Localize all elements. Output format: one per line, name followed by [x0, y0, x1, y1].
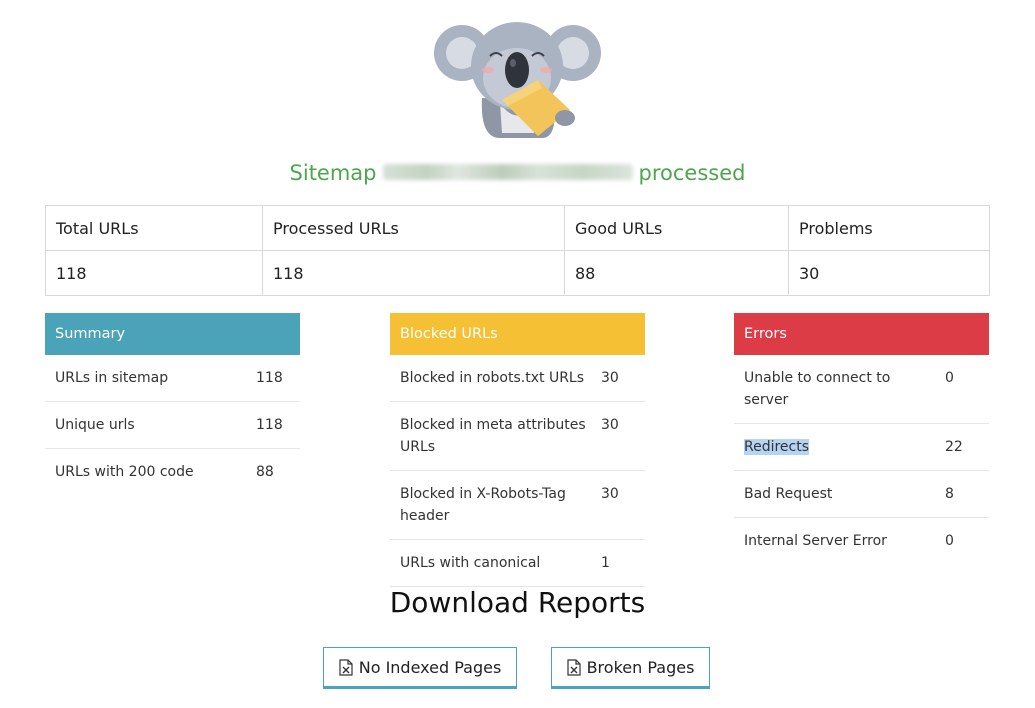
row-value: 30 [601, 401, 645, 471]
row-label: Blocked in meta attributes URLs [390, 401, 601, 471]
headline-prefix: Sitemap [289, 161, 377, 185]
row-label: Blocked in robots.txt URLs [390, 355, 601, 402]
stats-table: Total URLs Processed URLs Good URLs Prob… [45, 205, 990, 296]
summary-panel: Summary URLs in sitemap 118 Unique urls … [45, 313, 300, 495]
table-row: Internal Server Error 0 [734, 518, 989, 565]
errors-panel: Errors Unable to connect to server 0 Red… [734, 313, 989, 564]
koala-mascot-image [434, 22, 601, 138]
table-row: Redirects 22 [734, 423, 989, 471]
stats-header-good-urls: Good URLs [564, 205, 789, 251]
blurred-sitemap-url [382, 164, 633, 180]
row-value: 30 [601, 355, 645, 402]
row-value: 0 [945, 533, 954, 549]
row-value: 88 [256, 464, 274, 480]
excel-file-icon [339, 658, 353, 676]
row-value: 0 [945, 355, 989, 424]
blocked-urls-panel: Blocked URLs Blocked in robots.txt URLs … [390, 313, 645, 587]
row-value: 8 [945, 470, 989, 518]
table-row: URLs with canonical 1 [390, 539, 645, 587]
no-indexed-pages-button[interactable]: No Indexed Pages [323, 647, 517, 689]
row-label: Blocked in X-Robots-Tag header [390, 470, 601, 540]
table-row: Unique urls 118 [45, 401, 300, 449]
stats-header-processed-urls: Processed URLs [262, 205, 565, 251]
download-reports-title: Download Reports [389, 586, 646, 619]
stats-header-row: Total URLs Processed URLs Good URLs Prob… [45, 205, 990, 251]
table-row: Bad Request 8 [734, 470, 989, 518]
row-value: 118 [256, 355, 300, 402]
blocked-urls-table: Blocked in robots.txt URLs 30 Blocked in… [390, 355, 645, 587]
summary-table: URLs in sitemap 118 Unique urls 118 URLs… [45, 355, 300, 495]
row-label: Bad Request [734, 470, 945, 518]
table-row: Blocked in meta attributes URLs 30 [390, 401, 645, 471]
no-indexed-pages-label: No Indexed Pages [358, 657, 502, 677]
broken-pages-label: Broken Pages [586, 657, 695, 677]
broken-pages-button[interactable]: Broken Pages [551, 647, 710, 689]
blocked-urls-panel-title: Blocked URLs [390, 313, 645, 355]
sitemap-processed-headline: Sitemap processed [0, 161, 1035, 185]
row-label: URLs in sitemap [45, 355, 256, 402]
row-label: Redirects [734, 423, 945, 471]
stats-value-row: 118 118 88 30 [45, 250, 990, 296]
row-label: URLs with 200 code [55, 464, 194, 480]
errors-table: Unable to connect to server 0 Redirects … [734, 355, 989, 564]
row-label: URLs with canonical [390, 539, 601, 587]
row-value: 22 [945, 423, 989, 471]
redirects-selected-text: Redirects [744, 439, 810, 455]
summary-panel-title: Summary [45, 313, 300, 355]
stats-value-total-urls: 118 [45, 250, 263, 296]
excel-file-icon [566, 658, 581, 676]
stats-value-problems: 30 [788, 250, 990, 296]
table-row: Blocked in robots.txt URLs 30 [390, 355, 645, 402]
table-row: URLs with 200 code 88 [45, 449, 300, 496]
table-row: Unable to connect to server 0 [734, 355, 989, 424]
stats-header-total-urls: Total URLs [45, 205, 263, 251]
stats-value-processed-urls: 118 [262, 250, 565, 296]
row-value: 1 [601, 539, 645, 587]
stats-value-good-urls: 88 [564, 250, 789, 296]
row-label: Unique urls [45, 401, 256, 449]
row-value: 118 [256, 401, 300, 449]
table-row: Blocked in X-Robots-Tag header 30 [390, 470, 645, 540]
row-label: Unable to connect to server [734, 355, 945, 424]
row-label: Internal Server Error [744, 533, 887, 549]
stats-header-problems: Problems [788, 205, 990, 251]
errors-panel-title: Errors [734, 313, 989, 355]
row-value: 30 [601, 470, 645, 540]
headline-suffix: processed [638, 161, 746, 185]
table-row: URLs in sitemap 118 [45, 355, 300, 402]
